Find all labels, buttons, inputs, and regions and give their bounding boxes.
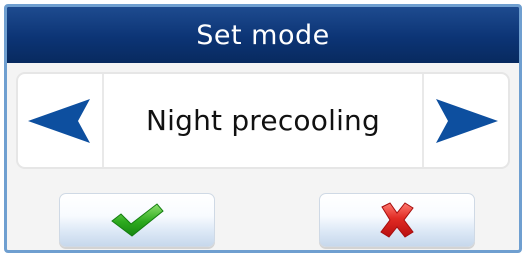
confirm-button[interactable] <box>59 193 215 247</box>
dialog-title: Set mode <box>196 19 330 51</box>
current-mode-label: Night precooling <box>146 104 380 137</box>
cancel-button[interactable] <box>319 193 475 247</box>
checkmark-icon <box>108 201 166 239</box>
left-arrow-icon <box>24 94 96 148</box>
next-mode-button[interactable] <box>422 74 508 167</box>
set-mode-dialog: Set mode Night precooling <box>4 4 522 253</box>
cross-icon <box>375 200 419 240</box>
previous-mode-button[interactable] <box>18 74 104 167</box>
right-arrow-icon <box>430 94 502 148</box>
mode-selector: Night precooling <box>16 72 510 169</box>
dialog-title-bar: Set mode <box>7 7 519 63</box>
